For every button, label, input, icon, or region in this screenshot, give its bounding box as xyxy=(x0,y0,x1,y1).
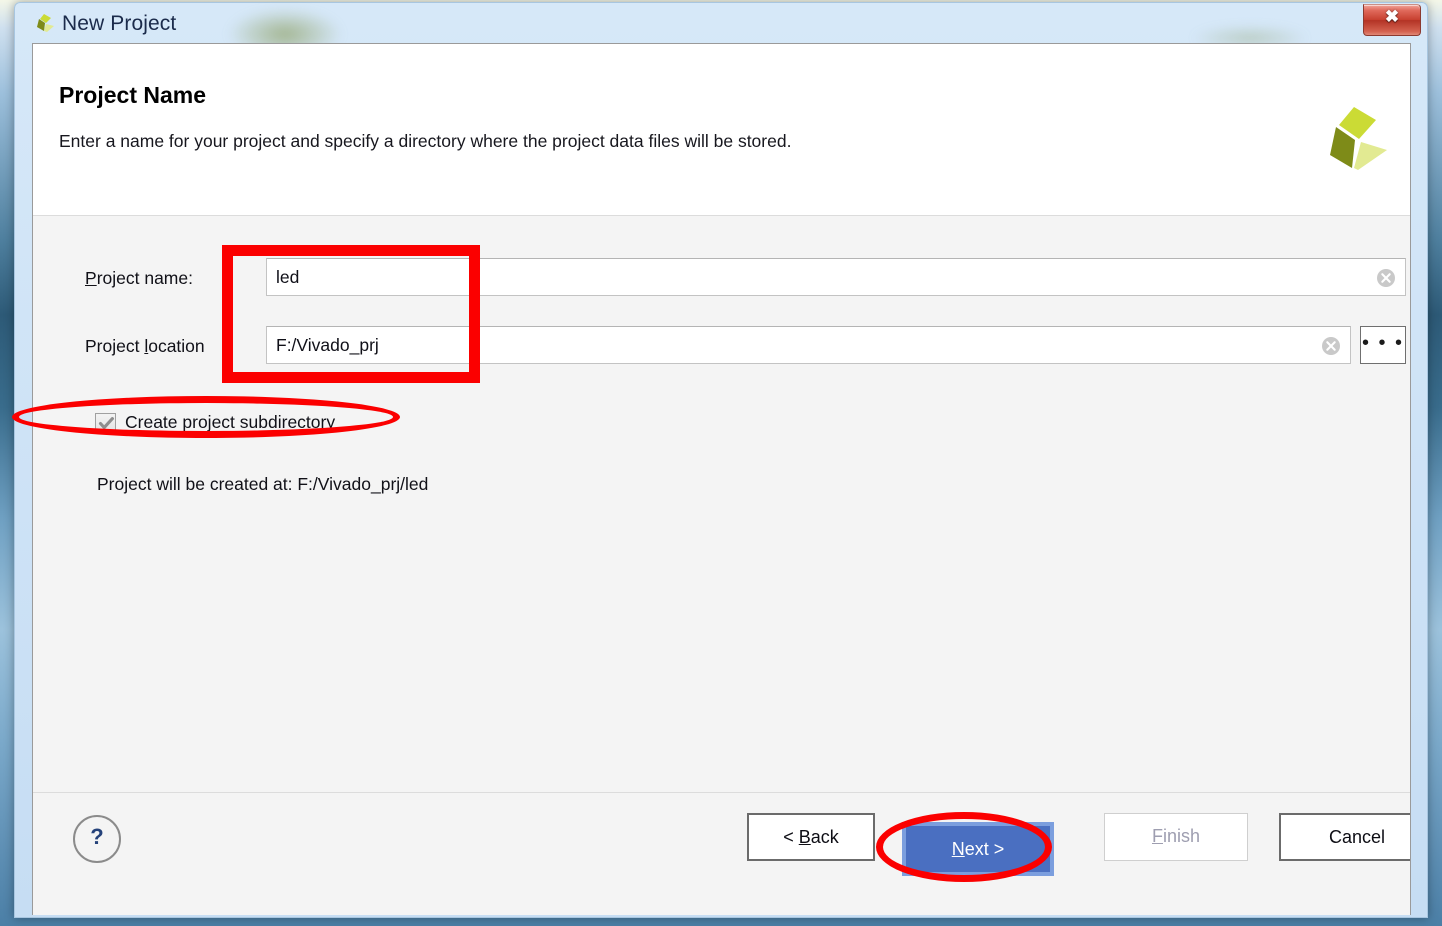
browse-directory-button[interactable]: • • • xyxy=(1360,326,1406,364)
close-icon[interactable]: ✖ xyxy=(1363,4,1421,36)
clear-circle-x-icon[interactable] xyxy=(1321,336,1341,356)
title-bar[interactable]: New Project ✖ xyxy=(15,3,1427,61)
project-name-row: Project name: led xyxy=(33,258,1410,298)
page-title: Project Name xyxy=(59,82,207,108)
project-location-label-rest: ocation xyxy=(148,336,205,356)
next-button-mnemonic: N xyxy=(951,839,965,859)
xilinx-brand-logo-icon xyxy=(1314,106,1388,178)
back-button-rest: ack xyxy=(810,827,839,847)
xilinx-logo-icon xyxy=(33,14,55,34)
project-name-label-mnemonic: P xyxy=(85,268,97,288)
finish-button-rest: inish xyxy=(1162,826,1201,846)
next-button-rest: ext > xyxy=(964,839,1005,859)
finish-button: Finish xyxy=(1104,813,1248,861)
project-name-input[interactable]: led xyxy=(266,258,1406,296)
project-location-label-prefix: Project xyxy=(85,336,145,356)
dialog-client-area: Project Name Enter a name for your proje… xyxy=(32,43,1411,915)
checkmark-icon xyxy=(98,417,114,430)
page-subtitle: Enter a name for your project and specif… xyxy=(59,131,792,151)
created-at-path-text: Project will be created at: F:/Vivado_pr… xyxy=(97,474,429,494)
back-button[interactable]: < Back xyxy=(747,813,875,861)
create-subdirectory-checkbox[interactable] xyxy=(95,413,116,434)
dialog-footer: ? < Back Finish Cancel xyxy=(33,793,1410,915)
project-location-input[interactable]: F:/Vivado_prj xyxy=(266,326,1351,364)
project-name-value: led xyxy=(276,267,300,287)
window-title: New Project xyxy=(62,12,177,35)
project-location-label: Project location xyxy=(85,336,205,357)
new-project-dialog-window: New Project ✖ Project Name Enter a name … xyxy=(14,2,1428,918)
dialog-body: Project name: led Project location F:/Vi… xyxy=(33,216,1410,793)
next-button[interactable]: Next > xyxy=(906,826,1050,872)
back-button-prefix: < xyxy=(783,827,799,847)
help-button[interactable]: ? xyxy=(73,815,121,863)
back-button-mnemonic: B xyxy=(798,827,811,847)
question-mark-icon: ? xyxy=(90,824,104,849)
ellipsis-icon: • • • xyxy=(1361,332,1405,354)
close-glyph: ✖ xyxy=(1384,7,1400,26)
dialog-header: Project Name Enter a name for your proje… xyxy=(33,44,1410,216)
clear-circle-x-icon[interactable] xyxy=(1376,268,1396,288)
create-subdirectory-label[interactable]: Create project subdirectory xyxy=(125,412,335,433)
project-location-value: F:/Vivado_prj xyxy=(276,335,379,355)
next-button-focus-ring: Next > xyxy=(902,822,1054,876)
project-name-label-rest: roject name: xyxy=(96,268,193,288)
finish-button-mnemonic: F xyxy=(1151,826,1163,846)
cancel-button[interactable]: Cancel xyxy=(1279,813,1410,861)
project-name-label: Project name: xyxy=(85,268,193,289)
project-location-row: Project location F:/Vivado_prj • • • xyxy=(33,326,1410,366)
